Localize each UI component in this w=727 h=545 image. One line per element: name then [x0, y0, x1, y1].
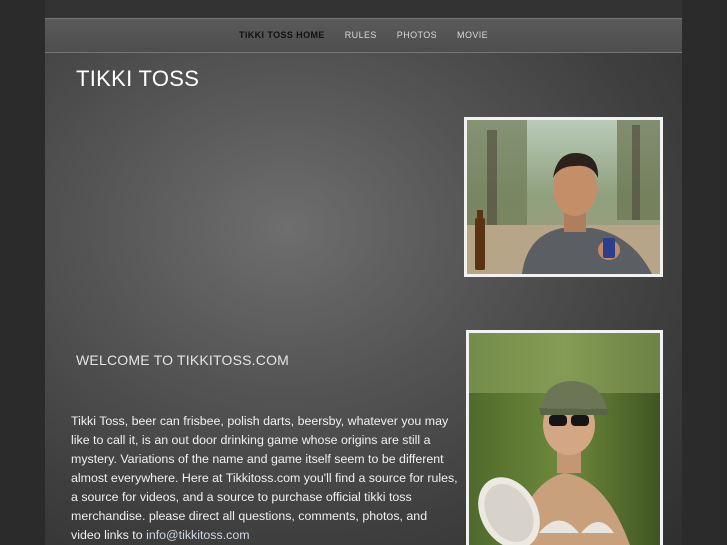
nav-item-rules[interactable]: RULES [345, 19, 377, 52]
photo-man-with-beer [464, 117, 663, 277]
site-title: TIKKI TOSS [76, 66, 200, 91]
intro-paragraph: Tikki Toss, beer can frisbee, polish dar… [71, 412, 459, 545]
nav-item-photos[interactable]: PHOTOS [397, 19, 437, 52]
intro-text: Tikki Toss, beer can frisbee, polish dar… [71, 414, 458, 542]
nav-item-home[interactable]: TIKKI TOSS HOME [239, 19, 325, 52]
nav-item-movie[interactable]: MOVIE [457, 19, 488, 52]
email-link[interactable]: info@tikkitoss.com [146, 528, 249, 542]
welcome-heading: WELCOME TO TIKKITOSS.COM [76, 352, 290, 368]
photo-woman-with-frisbee [466, 330, 663, 545]
photo-woman-image [469, 333, 660, 545]
page-panel: TIKKI TOSS HOME RULES PHOTOS MOVIE TIKKI… [45, 0, 682, 545]
top-strip [45, 0, 682, 19]
photo-man-image [467, 120, 660, 274]
main-nav: TIKKI TOSS HOME RULES PHOTOS MOVIE [45, 18, 682, 53]
